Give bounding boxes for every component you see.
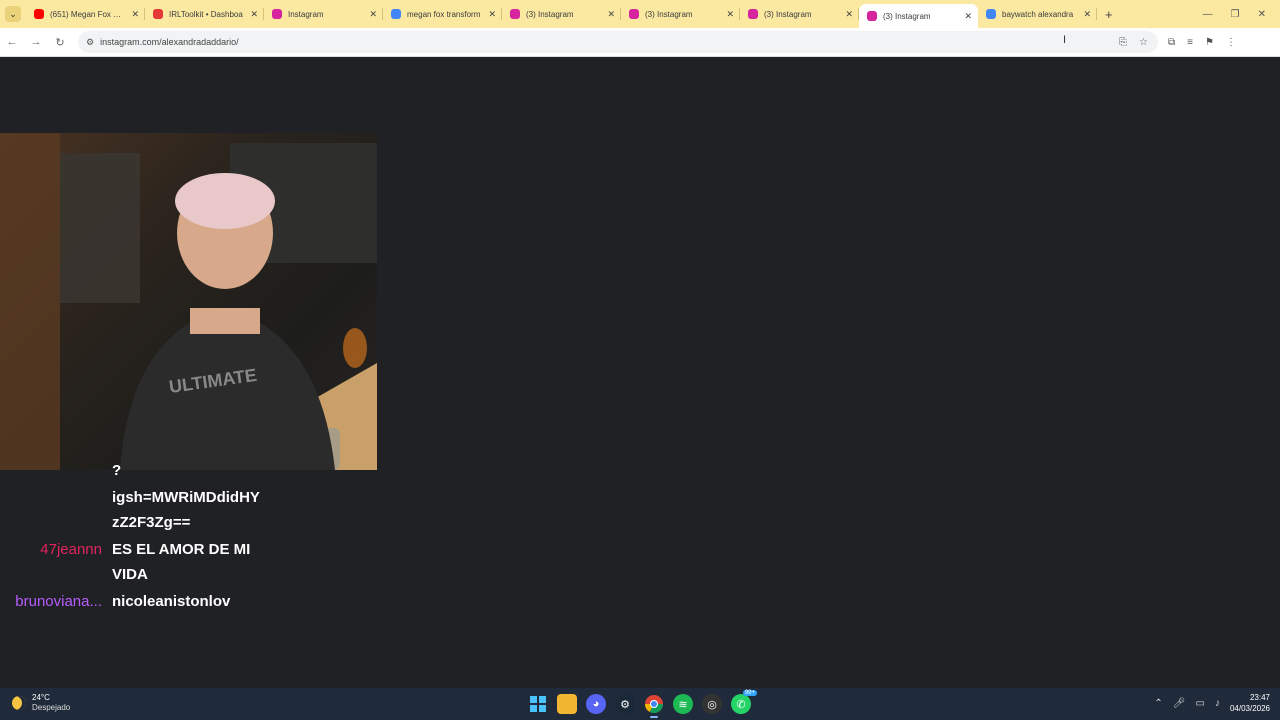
browser-tab[interactable]: (651) Megan Fox Tran ✕ xyxy=(26,0,145,28)
profile-icon[interactable]: ⚑ xyxy=(1205,37,1214,48)
browser-tab[interactable]: baywatch alexandra ✕ xyxy=(978,0,1097,28)
steam-icon[interactable]: ⚙ xyxy=(615,694,635,714)
tab-favicon-icon xyxy=(34,9,44,19)
tab-close-icon[interactable]: ✕ xyxy=(964,11,972,22)
tab-title: (3) Instagram xyxy=(764,9,812,19)
reload-button[interactable]: ↻ xyxy=(48,36,72,49)
clock[interactable]: 23:47 04/03/2026 xyxy=(1230,692,1270,714)
moon-icon xyxy=(12,696,26,710)
tab-title: Instagram xyxy=(288,9,324,19)
tab-favicon-icon xyxy=(748,9,758,19)
whatsapp-icon[interactable]: ✆ 99+ xyxy=(731,690,757,714)
browser-tab[interactable]: (3) Instagram ✕ xyxy=(621,0,740,28)
address-bar[interactable]: ⚙ instagram.com/alexandradaddario/ ⎘ ☆ xyxy=(78,31,1158,53)
tab-title: (3) Instagram xyxy=(883,11,931,21)
browser-tab[interactable]: (3) Instagram ✕ xyxy=(502,0,621,28)
back-button[interactable]: ← xyxy=(0,36,24,48)
browser-tab[interactable]: (3) Instagram ✕ xyxy=(859,4,978,28)
chat-message: igsh=MWRiMDdidHY xyxy=(112,489,260,506)
tab-favicon-icon xyxy=(391,9,401,19)
chat-message: VIDA xyxy=(112,566,148,583)
tab-close-icon[interactable]: ✕ xyxy=(607,9,615,20)
url-text: instagram.com/alexandradaddario/ xyxy=(100,37,239,47)
new-tab-button[interactable]: + xyxy=(1105,7,1113,22)
browser-toolbar: ← → ↻ ⚙ instagram.com/alexandradaddario/… xyxy=(0,28,1280,57)
file-explorer-icon[interactable] xyxy=(557,694,577,714)
forward-button[interactable]: → xyxy=(24,36,48,48)
webcam-video: ULTIMATE xyxy=(0,133,377,470)
microphone-icon[interactable]: 🎤︎ xyxy=(1173,698,1186,709)
tab-close-icon[interactable]: ✕ xyxy=(488,9,496,20)
volume-icon[interactable]: ♪ xyxy=(1215,698,1220,709)
clock-time: 23:47 xyxy=(1249,693,1270,702)
network-icon[interactable]: ▭ xyxy=(1196,698,1205,709)
extensions-icon[interactable]: ⧉ xyxy=(1168,37,1175,48)
chat-username: brunoviana... xyxy=(15,593,102,610)
tab-favicon-icon xyxy=(629,9,639,19)
browser-tab[interactable]: (3) Instagram ✕ xyxy=(740,0,859,28)
bookmark-star-icon[interactable]: ☆ xyxy=(1139,37,1148,48)
tab-title: (651) Megan Fox Tran xyxy=(50,9,126,19)
taskbar-apps: ◕ ⚙ ≋ ◎ ✆ 99+ xyxy=(528,690,757,718)
webcam-scene: ULTIMATE xyxy=(0,133,377,470)
install-app-icon[interactable]: ⎘ xyxy=(1119,37,1127,48)
obs-icon[interactable]: ◎ xyxy=(702,694,722,714)
weather-widget[interactable]: 24°C Despejado xyxy=(12,693,70,713)
tab-close-icon[interactable]: ✕ xyxy=(250,9,258,20)
tab-favicon-icon xyxy=(986,9,996,19)
site-info-icon[interactable]: ⚙ xyxy=(86,37,94,48)
weather-temp: 24°C xyxy=(32,693,50,702)
tab-favicon-icon xyxy=(867,11,877,21)
tab-title: megan fox transform xyxy=(407,9,481,19)
minimize-icon[interactable]: — xyxy=(1203,9,1213,20)
chat-message: ES EL AMOR DE MI xyxy=(112,541,251,558)
tabs-container: (651) Megan Fox Tran ✕ IRLToolkit • Dashbo… xyxy=(26,0,1097,28)
tab-favicon-icon xyxy=(510,9,520,19)
tab-strip: ⌄ (651) Megan Fox Tran ✕ IRLToolkit • Dash… xyxy=(0,0,1280,28)
tab-close-icon[interactable]: ✕ xyxy=(1083,9,1091,20)
system-tray: ⌃ 🎤︎ ▭ ♪ 23:47 04/03/2026 xyxy=(1154,692,1270,714)
weather-desc: Despejado xyxy=(32,703,71,712)
discord-icon[interactable]: ◕ xyxy=(586,694,606,714)
browser-tab[interactable]: Instagram ✕ xyxy=(264,0,383,28)
windows-taskbar: 24°C Despejado ◕ ⚙ ≋ ◎ ✆ 99+ ⌃ 🎤︎ ▭ ♪ 23… xyxy=(0,688,1280,720)
tab-favicon-icon xyxy=(153,9,163,19)
chat-username: 47jeannn xyxy=(40,541,102,558)
chat-message: zZ2F3Zg== xyxy=(112,514,191,531)
chrome-icon[interactable] xyxy=(644,694,664,718)
tab-close-icon[interactable]: ✕ xyxy=(726,9,734,20)
tab-title: IRLToolkit • Dashboa xyxy=(169,9,243,19)
tab-close-icon[interactable]: ✕ xyxy=(845,9,853,20)
chevron-down-icon: ⌄ xyxy=(9,8,17,19)
tab-close-icon[interactable]: ✕ xyxy=(131,9,139,20)
tab-favicon-icon xyxy=(272,9,282,19)
tab-title: (3) Instagram xyxy=(526,9,574,19)
windows-start-icon[interactable] xyxy=(528,694,548,714)
chat-message: nicoleanistonlov xyxy=(112,593,231,610)
chevron-up-icon[interactable]: ⌃ xyxy=(1154,698,1162,709)
browser-tab[interactable]: IRLToolkit • Dashboa ✕ xyxy=(145,0,264,28)
tab-title: (3) Instagram xyxy=(645,9,693,19)
clock-date: 04/03/2026 xyxy=(1229,704,1270,713)
whatsapp-badge: 99+ xyxy=(742,690,757,696)
media-controls-icon[interactable]: ≡ xyxy=(1187,37,1193,48)
menu-kebab-icon[interactable]: ⋮ xyxy=(1226,37,1236,48)
maximize-icon[interactable]: ❐ xyxy=(1231,9,1240,20)
chat-message: ? xyxy=(112,462,122,479)
tab-close-icon[interactable]: ✕ xyxy=(369,9,377,20)
window-controls: — ❐ ✕ xyxy=(1203,9,1280,20)
close-window-icon[interactable]: ✕ xyxy=(1258,9,1266,20)
spotify-icon[interactable]: ≋ xyxy=(673,694,693,714)
tab-search-button[interactable]: ⌄ xyxy=(5,6,21,22)
browser-tab[interactable]: megan fox transform ✕ xyxy=(383,0,502,28)
text-cursor-icon: I xyxy=(1063,34,1067,46)
tab-title: baywatch alexandra xyxy=(1002,9,1074,19)
